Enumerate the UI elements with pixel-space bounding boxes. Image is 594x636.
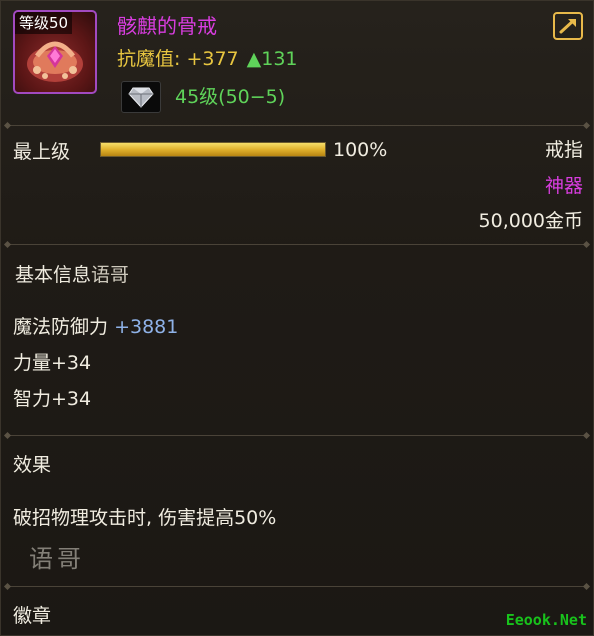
stat-magic-defense: 魔法防御力 +3881 <box>13 312 178 339</box>
share-button[interactable] <box>553 12 583 40</box>
divider <box>7 586 587 587</box>
item-price: 50,000金币 <box>478 210 583 232</box>
gem-level: 45级(50−5) <box>175 86 286 108</box>
effect-text: 破招物理攻击时, 伤害提高50% <box>13 507 277 529</box>
stat-intelligence: 智力+34 <box>13 388 92 410</box>
basic-info-label: 基本信息 <box>15 264 92 286</box>
item-rarity: 神器 <box>544 175 583 197</box>
item-name: 骸麒的骨戒 <box>117 14 217 38</box>
upgrade-percent: 100% <box>333 139 388 161</box>
badge-title: 徽章 <box>13 605 52 627</box>
site-watermark: Eeook.Net <box>505 611 587 629</box>
divider <box>7 244 587 245</box>
resist-label: 抗魔值: +377 <box>117 48 239 70</box>
basic-info-watermark: 语哥 <box>91 264 130 286</box>
divider <box>7 435 587 436</box>
upgrade-progress-fill <box>101 143 325 156</box>
item-tooltip-panel: 等级50 骸麒的骨戒 抗魔值: +377 ▲131 45级(50−5) 最上级 1… <box>0 0 594 636</box>
upgrade-progress-bar <box>100 142 326 157</box>
gem-slot[interactable] <box>121 81 161 113</box>
effect-title: 效果 <box>13 454 52 476</box>
item-level-badge: 等级50 <box>15 12 73 34</box>
resist-value: 抗魔值: +377 ▲131 <box>117 44 298 71</box>
item-type: 戒指 <box>544 139 583 161</box>
basic-info-title: 基本信息语哥 <box>15 260 129 287</box>
stat-label: 魔法防御力 <box>13 316 109 338</box>
handwritten-watermark: 语哥 <box>29 545 85 573</box>
item-icon-frame[interactable]: 等级50 <box>13 10 97 94</box>
divider <box>7 125 587 126</box>
share-export-icon <box>559 19 576 34</box>
resist-increase: ▲131 <box>246 48 298 70</box>
diamond-gem-icon <box>128 87 154 108</box>
stat-value: +3881 <box>114 316 179 338</box>
stat-strength: 力量+34 <box>13 352 92 374</box>
upgrade-label: 最上级 <box>13 141 71 163</box>
